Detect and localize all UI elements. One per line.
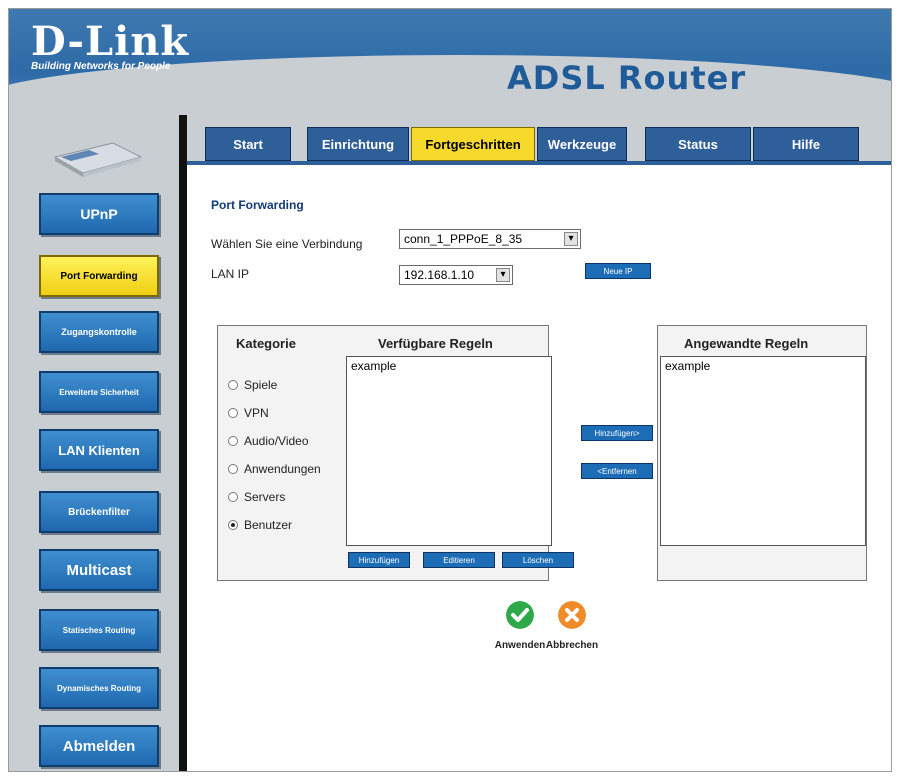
list-item[interactable]: example	[665, 359, 861, 373]
delete-rule-button[interactable]: Löschen	[502, 552, 574, 568]
category-benutzer[interactable]: Benutzer	[228, 518, 292, 532]
page-title: ADSL Router	[507, 59, 747, 97]
applied-rules-list[interactable]: example	[660, 356, 866, 546]
category-header: Kategorie	[236, 336, 296, 351]
available-rules-header: Verfügbare Regeln	[378, 336, 493, 351]
section-title: Port Forwarding	[211, 198, 304, 212]
connection-value: conn_1_PPPoE_8_35	[404, 232, 523, 246]
radio-icon	[228, 436, 238, 446]
sidebar-item-upnp[interactable]: UPnP	[39, 193, 159, 235]
radio-icon	[228, 464, 238, 474]
available-rules-list[interactable]: example	[346, 356, 552, 546]
sidebar-item-erweiterte-sicherheit[interactable]: Erweiterte Sicherheit	[39, 371, 159, 413]
list-item[interactable]: example	[351, 359, 547, 373]
category-label: Spiele	[244, 378, 278, 392]
edit-rule-button[interactable]: Editieren	[423, 552, 495, 568]
chevron-down-icon: ▾	[564, 232, 578, 246]
cancel-label: Abbrechen	[545, 640, 599, 651]
category-label: Benutzer	[244, 518, 293, 532]
sidebar-item-lan-klienten[interactable]: LAN Klienten	[39, 429, 159, 471]
sidebar-item-multicast[interactable]: Multicast	[39, 549, 159, 591]
radio-icon	[228, 408, 238, 418]
category-servers[interactable]: Servers	[228, 490, 285, 504]
category-vpn[interactable]: VPN	[228, 406, 269, 420]
lan-ip-value: 192.168.1.10	[404, 268, 475, 282]
sidebar: UPnP Port Forwarding Zugangskontrolle Er…	[9, 115, 179, 771]
category-label: Audio/Video	[244, 434, 309, 448]
tab-bar: Start Einrichtung Fortgeschritten Werkze…	[187, 115, 891, 165]
radio-icon	[228, 492, 238, 502]
chevron-down-icon: ▾	[496, 268, 510, 282]
connection-label: Wählen Sie eine Verbindung	[211, 237, 363, 251]
router-image	[53, 142, 143, 177]
sidebar-item-abmelden[interactable]: Abmelden	[39, 725, 159, 767]
remove-from-applied-button[interactable]: <Entfernen	[581, 463, 653, 479]
new-ip-button[interactable]: Neue IP	[585, 263, 651, 279]
sidebar-divider	[179, 115, 187, 771]
add-rule-button[interactable]: Hinzufügen	[348, 552, 410, 568]
category-label: Servers	[244, 490, 286, 504]
tab-einrichtung[interactable]: Einrichtung	[307, 127, 409, 161]
brand-tagline: Building Networks for People	[31, 61, 171, 72]
tab-underline	[187, 161, 891, 165]
sidebar-item-brueckenfilter[interactable]: Brückenfilter	[39, 491, 159, 533]
lan-ip-select[interactable]: 192.168.1.10 ▾	[399, 265, 513, 285]
add-to-applied-button[interactable]: Hinzufügen>	[581, 425, 653, 441]
radio-icon	[228, 380, 238, 390]
tab-werkzeuge[interactable]: Werkzeuge	[537, 127, 627, 161]
main-content: Start Einrichtung Fortgeschritten Werkze…	[187, 115, 891, 771]
sidebar-item-zugangskontrolle[interactable]: Zugangskontrolle	[39, 311, 159, 353]
check-icon	[506, 601, 534, 629]
cancel-action[interactable]: Abbrechen	[537, 601, 607, 651]
connection-select[interactable]: conn_1_PPPoE_8_35 ▾	[399, 229, 581, 249]
applied-rules-panel: Angewandte Regeln example	[657, 325, 867, 581]
lan-ip-label: LAN IP	[211, 267, 250, 281]
tab-start[interactable]: Start	[205, 127, 291, 161]
tab-status[interactable]: Status	[645, 127, 751, 161]
close-icon	[558, 601, 586, 629]
category-anwendungen[interactable]: Anwendungen	[228, 462, 321, 476]
brand-name: D-Link	[31, 18, 190, 65]
applied-rules-header: Angewandte Regeln	[684, 336, 809, 351]
category-label: VPN	[244, 406, 269, 420]
dlink-logo: D-Link Building Networks for People	[31, 18, 190, 73]
category-spiele[interactable]: Spiele	[228, 378, 277, 392]
tab-hilfe[interactable]: Hilfe	[753, 127, 859, 161]
radio-checked-icon	[228, 520, 238, 530]
tab-fortgeschritten[interactable]: Fortgeschritten	[411, 127, 535, 161]
rules-panel: Kategorie Verfügbare Regeln Spiele VPN A…	[217, 325, 574, 581]
category-audio-video[interactable]: Audio/Video	[228, 434, 309, 448]
header-banner: D-Link Building Networks for People ADSL…	[9, 9, 891, 115]
sidebar-item-dynamisches-routing[interactable]: Dynamisches Routing	[39, 667, 159, 709]
sidebar-item-port-forwarding[interactable]: Port Forwarding	[39, 255, 159, 297]
category-label: Anwendungen	[244, 462, 321, 476]
router-page: D-Link Building Networks for People ADSL…	[8, 8, 892, 772]
sidebar-item-statisches-routing[interactable]: Statisches Routing	[39, 609, 159, 651]
